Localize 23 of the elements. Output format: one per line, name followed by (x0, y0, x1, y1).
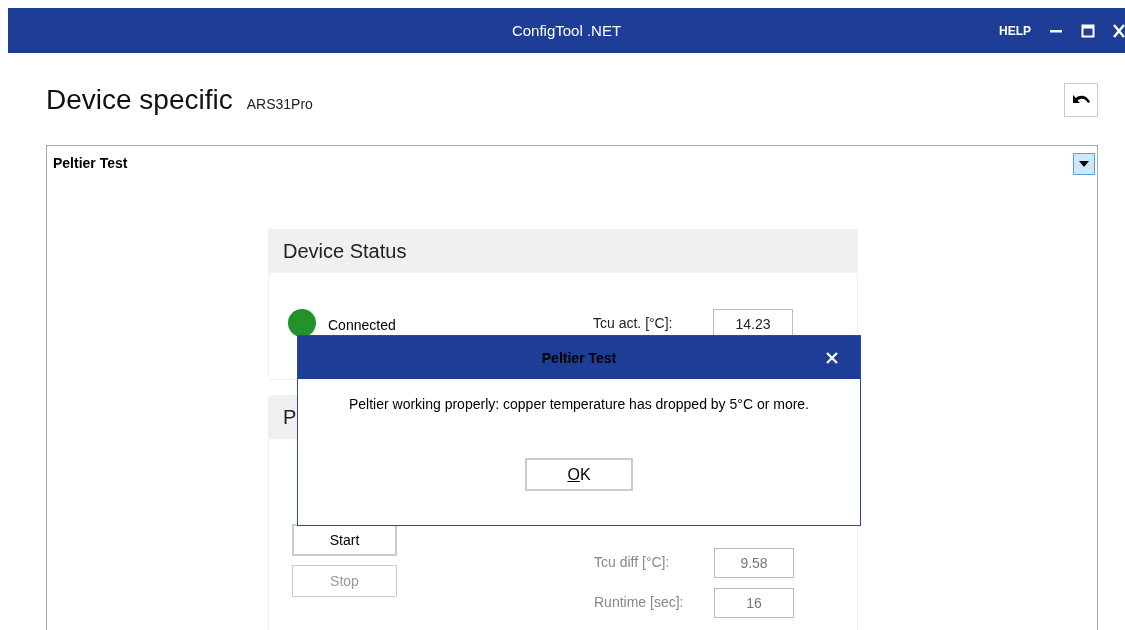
maximize-icon[interactable] (1081, 23, 1095, 38)
panel-title: Device Status (283, 239, 407, 263)
start-button[interactable]: Start (292, 524, 397, 556)
undo-button[interactable] (1064, 83, 1098, 117)
window-title: ConfigTool .NET (511, 22, 622, 39)
dialog-message: Peltier working properly: copper temperature has dropped by 5°C or more. (348, 396, 809, 412)
close-icon[interactable] (826, 352, 838, 364)
help-button[interactable]: HELP (999, 23, 1031, 38)
reading-label: Tcu act. [°C]: (593, 314, 674, 331)
ok-button[interactable]: OK (525, 458, 633, 491)
group-title: Peltier Test (53, 155, 128, 171)
reading-label: Runtime [sec]: (594, 593, 685, 612)
panel-title: P (283, 405, 297, 429)
dialog-title: Peltier Test (541, 349, 617, 366)
dropdown-button[interactable] (1073, 153, 1095, 175)
reading-field: 16 (714, 588, 794, 618)
reading-field: 9.58 (714, 548, 794, 578)
reading-label: Tcu diff [°C]: (594, 553, 671, 572)
status-label: Connected (328, 317, 397, 333)
device-name: ARS31Pro (246, 96, 313, 112)
close-icon[interactable] (1113, 23, 1125, 38)
caret-icon (1079, 161, 1089, 167)
page-title: Device specific (46, 84, 233, 116)
